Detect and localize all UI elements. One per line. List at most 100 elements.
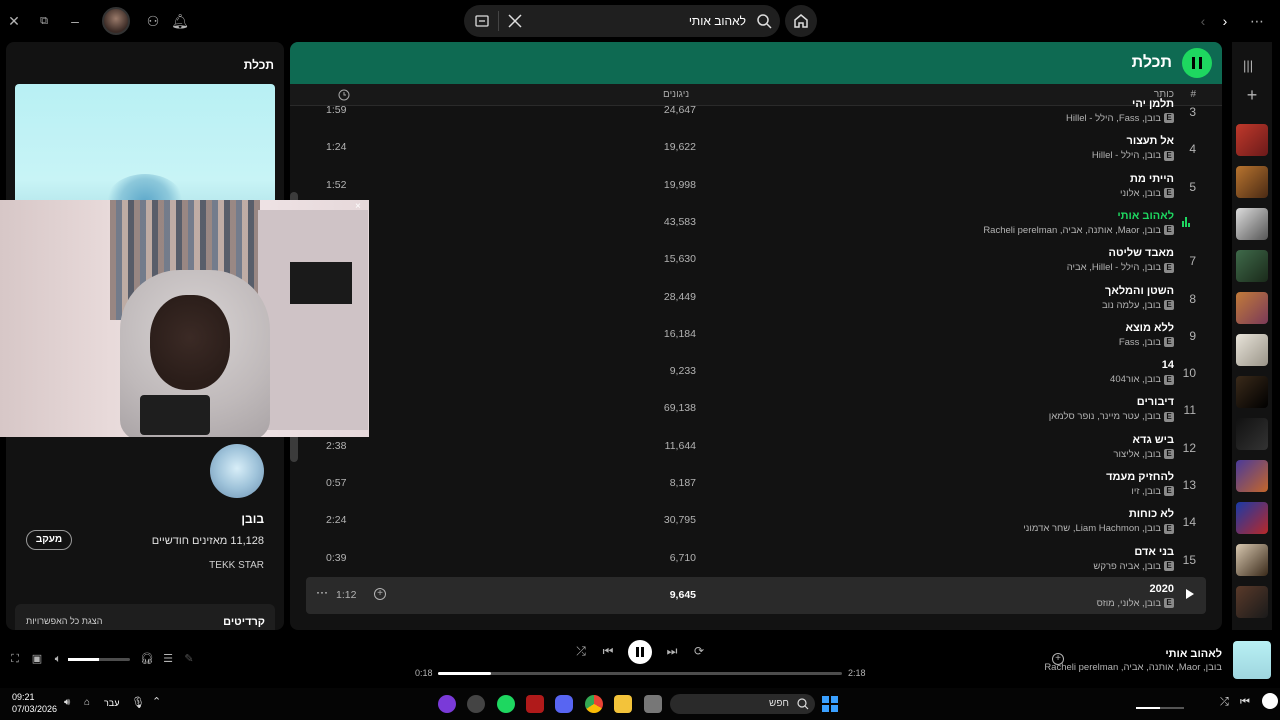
track-title[interactable]: אל תעצור <box>1127 135 1174 147</box>
now-playing-title[interactable]: לאהוב אותי <box>1165 648 1222 660</box>
library-item[interactable] <box>1236 334 1268 366</box>
library-item[interactable] <box>1236 376 1268 408</box>
track-artists[interactable]: בובן, Maor, אותנה, אביה, Racheli perelma… <box>983 225 1161 236</box>
add-to-library-icon[interactable]: + <box>1052 653 1064 665</box>
bell-icon[interactable]: 🔔︎ <box>169 10 191 32</box>
track-title[interactable]: השטן והמלאך <box>1105 285 1174 297</box>
next-icon[interactable]: ⏭ <box>665 644 679 658</box>
language-indicator[interactable]: עבר <box>104 698 119 708</box>
spotify-icon[interactable] <box>497 695 515 713</box>
library-item[interactable] <box>1236 124 1268 156</box>
track-artists[interactable]: בובן, Fass <box>1119 337 1161 348</box>
app-icon[interactable] <box>438 695 456 713</box>
repeat-icon[interactable]: ⟳ <box>692 644 706 658</box>
track-row[interactable]: לאהוב אותי Eבובן, Maor, אותנה, אביה, Rach… <box>306 204 1206 241</box>
library-item[interactable] <box>1236 166 1268 198</box>
track-artists[interactable]: בובן, אביה פרקש <box>1093 561 1161 572</box>
track-row[interactable]: 13 להחזיק מעמד Eבובן, זיו 8,187 0:57 <box>306 465 1206 502</box>
connect-device-icon[interactable]: 🎧︎ <box>140 652 154 666</box>
track-artists[interactable]: בובן, עטר מיינר, נופר סלמאן <box>1049 411 1161 422</box>
track-row[interactable]: 11 דיבורים Eבובן, עטר מיינר, נופר סלמאן 69,… <box>306 390 1206 427</box>
volume-icon[interactable]: 🔈︎ <box>51 652 65 666</box>
app-icon[interactable] <box>526 695 544 713</box>
library-item[interactable] <box>1236 292 1268 324</box>
track-title[interactable]: דיבורים <box>1137 396 1174 408</box>
miniplayer-icon[interactable]: ▣ <box>30 652 44 666</box>
shuffle-icon[interactable]: ⤮ <box>1220 696 1229 709</box>
home-button[interactable] <box>785 5 817 37</box>
more-icon[interactable]: ⋯ <box>1246 10 1268 32</box>
track-row[interactable]: 2020 Eבובן, אלוני, מוזס 9,645 1:12 + ··· <box>306 576 1206 614</box>
artist-avatar[interactable] <box>210 444 264 498</box>
track-artists[interactable]: בובן, Fass, הילל - Hillel <box>1066 113 1161 124</box>
add-to-library-icon[interactable]: + <box>374 587 386 600</box>
close-icon[interactable]: ✕ <box>3 10 25 32</box>
track-row[interactable]: 7 מאבד שליטה Eבובן, הילל - Hillel, אביה 15,… <box>306 241 1206 278</box>
track-artists[interactable]: בובן, אלוני <box>1120 188 1161 199</box>
user-avatar[interactable] <box>102 7 130 35</box>
track-row[interactable]: 9ללא מוצאEבובן, Fass16,1841:47 <box>306 316 1206 353</box>
app-icon[interactable] <box>467 695 485 713</box>
windows-start-icon[interactable] <box>822 696 838 712</box>
pause-button[interactable] <box>1262 693 1278 709</box>
track-title[interactable]: לאהוב אותי <box>1117 210 1174 222</box>
add-icon[interactable]: + <box>1243 86 1261 104</box>
track-row[interactable]: 4 אל תעצור Eבובן, הילל - Hillel 19,622 1:24 <box>306 129 1206 166</box>
back-icon[interactable]: ‹ <box>1192 10 1214 32</box>
track-title[interactable]: לא כוחות <box>1129 508 1174 520</box>
previous-icon[interactable]: ⏮ <box>1240 696 1250 709</box>
browse-icon[interactable] <box>474 13 490 29</box>
search-bar[interactable]: לאהוב אותי <box>464 5 780 37</box>
microphone-icon[interactable]: 🎙︎ <box>131 696 145 709</box>
artist-name[interactable]: בובן <box>241 512 264 526</box>
track-title[interactable]: הייתי מת <box>1130 173 1174 185</box>
show-all-credits-link[interactable]: הצגת כל האפשרויות <box>26 616 102 626</box>
clock-date[interactable]: 07/03/2026 <box>12 704 57 714</box>
library-icon[interactable]: ||| <box>1243 58 1261 74</box>
track-row[interactable]: 3 תלמן יהי Eבובן, Fass, הילל - Hillel 24,64… <box>306 92 1206 129</box>
play-icon[interactable] <box>1186 588 1194 599</box>
track-title[interactable]: בני אדם <box>1134 546 1174 558</box>
track-row[interactable]: 5 הייתי מת Eבובן, אלוני 19,998 1:52 <box>306 167 1206 204</box>
track-row[interactable]: 15 בני אדם Eבובן, אביה פרקש 6,710 0:39 <box>306 540 1206 577</box>
folder-icon[interactable] <box>614 695 632 713</box>
now-playing-artists[interactable]: בובן, Maor, אותנה, אביה, Racheli perelma… <box>1044 662 1222 673</box>
track-artists[interactable]: בובן, עלמה נוב <box>1102 300 1161 311</box>
now-playing-art[interactable] <box>1233 641 1271 679</box>
volume-slider[interactable] <box>68 658 130 661</box>
fullscreen-icon[interactable]: ⛶ <box>8 652 22 666</box>
more-options-icon[interactable]: ··· <box>316 585 328 599</box>
track-title[interactable]: 2020 <box>1150 583 1174 595</box>
track-artists[interactable]: בובן, הילל - Hillel, אביה <box>1067 262 1161 273</box>
pause-button[interactable] <box>628 640 652 664</box>
discord-icon[interactable] <box>555 695 573 713</box>
forward-icon[interactable]: › <box>1214 10 1236 32</box>
track-artists[interactable]: בובן, Liam Hachmon, שחר אדמוני <box>1023 523 1161 534</box>
track-artists[interactable]: בובן, אור404 <box>1110 374 1161 385</box>
minimize-icon[interactable]: – <box>64 10 86 32</box>
restore-icon[interactable]: ⧉ <box>33 10 55 32</box>
track-row[interactable]: 12 ביש גדא Eבובן, אליצור 11,644 2:38 <box>306 428 1206 465</box>
clear-icon[interactable] <box>508 14 522 28</box>
library-item[interactable] <box>1236 544 1268 576</box>
track-title[interactable]: 14 <box>1162 359 1174 371</box>
previous-icon[interactable]: ⏮ <box>601 644 615 658</box>
tray-expand-icon[interactable]: ⌃ <box>152 695 161 708</box>
library-item[interactable] <box>1236 208 1268 240</box>
library-item[interactable] <box>1236 418 1268 450</box>
lyrics-icon[interactable]: ✎ <box>182 652 196 666</box>
search-input[interactable]: לאהוב אותי <box>689 14 746 28</box>
track-title[interactable]: ביש גדא <box>1133 434 1174 446</box>
track-title[interactable]: להחזיק מעמד <box>1106 471 1174 483</box>
network-icon[interactable]: ⌂ <box>84 697 90 708</box>
speaker-icon[interactable]: 🔊︎ <box>64 697 70 708</box>
library-item[interactable] <box>1236 502 1268 534</box>
app-icon[interactable] <box>644 695 662 713</box>
track-title[interactable]: תלמן יהי <box>1132 98 1174 110</box>
library-item[interactable] <box>1236 460 1268 492</box>
progress-bar[interactable] <box>438 672 842 675</box>
track-title[interactable]: מאבד שליטה <box>1109 247 1174 259</box>
close-icon[interactable]: × <box>355 202 365 212</box>
queue-icon[interactable]: ☰ <box>161 652 175 666</box>
friends-icon[interactable]: ⚇ <box>142 10 164 32</box>
